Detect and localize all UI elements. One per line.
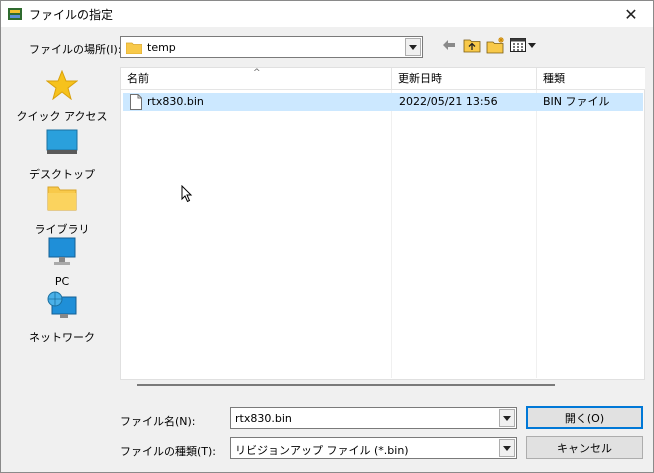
mouse-cursor-icon [181,185,193,203]
file-type-dropdown-button[interactable] [499,439,515,457]
library-folder-icon [47,186,77,211]
new-folder-button[interactable] [485,35,507,55]
chevron-down-icon [503,445,511,451]
open-button-label: 開く(O) [564,411,605,425]
look-in-combo[interactable]: temp [120,36,423,58]
view-menu-button[interactable] [509,35,537,55]
file-icon [130,94,142,110]
window-title: ファイルの指定 [29,8,114,22]
back-arrow-icon [443,40,455,50]
chevron-down-icon [503,415,511,421]
file-type-label: ファイルの種類(T): [120,445,217,458]
look-in-label: ファイルの場所(I): [29,43,122,56]
star-icon [46,70,78,100]
horizontal-scrollbar[interactable] [137,384,555,386]
list-header: 名前 ^ 更新日時 種類 [121,68,645,90]
file-open-dialog: ファイルの指定 ✕ ファイルの場所(I): temp クイック アクセス デスク… [0,0,654,473]
place-pc[interactable]: PC [6,237,118,289]
column-header-modified[interactable]: 更新日時 [392,68,536,90]
file-type-combo[interactable]: リビジョンアップ ファイル (*.bin) [230,437,517,459]
network-icon [47,291,77,318]
cancel-button[interactable]: キャンセル [526,436,643,459]
place-label: PC [54,275,70,288]
file-name: rtx830.bin [147,95,204,108]
close-icon: ✕ [624,4,638,24]
file-modified: 2022/05/21 13:56 [399,95,498,108]
up-folder-icon [463,39,481,53]
chevron-down-icon [528,42,536,48]
column-guide [536,90,537,378]
look-in-value: temp [147,41,176,54]
file-name-dropdown-button[interactable] [499,409,515,427]
open-button[interactable]: 開く(O) [526,406,643,429]
look-in-dropdown-button[interactable] [405,38,421,56]
cancel-button-label: キャンセル [557,441,612,455]
app-icon [8,8,22,20]
column-guide [391,90,392,378]
new-folder-icon [486,37,504,54]
file-row[interactable]: rtx830.bin 2022/05/21 13:56 BIN ファイル [123,93,643,111]
places-bar: クイック アクセス デスクトップ ライブラリ PC ネットワーク [6,66,118,380]
folder-icon [126,42,142,54]
column-label: 更新日時 [398,72,442,85]
monitor-icon [48,237,76,265]
title-bar[interactable]: ファイルの指定 ✕ [1,1,653,27]
file-type-value: リビジョンアップ ファイル (*.bin) [235,444,409,457]
place-libraries[interactable]: ライブラリ [6,183,118,236]
sort-up-icon: ^ [253,68,261,78]
place-label: ライブラリ [34,223,90,236]
file-name-label: ファイル名(N): [120,415,196,428]
file-list[interactable]: 名前 ^ 更新日時 種類 rtx830.bin 2022/05/21 13:56… [120,67,645,380]
column-label: 名前 [127,72,149,85]
column-label: 種類 [543,72,565,85]
desktop-icon [46,129,78,154]
file-type: BIN ファイル [543,95,610,108]
file-name-value: rtx830.bin [235,412,292,425]
place-quick-access[interactable]: クイック アクセス [6,70,118,123]
place-label: ネットワーク [29,331,95,344]
place-network[interactable]: ネットワーク [6,291,118,344]
place-label: デスクトップ [29,168,95,181]
column-header-type[interactable]: 種類 [537,68,645,90]
view-grid-icon [510,38,526,52]
up-folder-button[interactable] [461,35,483,55]
close-button[interactable]: ✕ [609,1,653,27]
place-desktop[interactable]: デスクトップ [6,128,118,181]
file-name-combo[interactable]: rtx830.bin [230,407,517,429]
chevron-down-icon [409,44,417,50]
back-button[interactable] [439,35,459,55]
place-label: クイック アクセス [16,110,108,123]
